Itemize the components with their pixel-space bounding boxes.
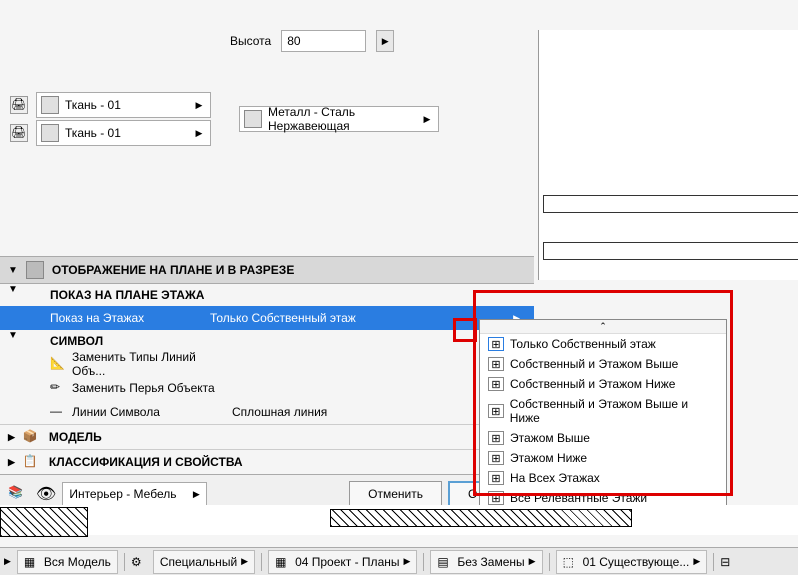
material-fabric-2[interactable]: Ткань - 01 ▶ — [36, 120, 211, 146]
line-icon: — — [50, 404, 66, 420]
dd-option-own-story[interactable]: ⊞ Только Собственный этаж — [480, 334, 726, 354]
story-icon: ⊞ — [488, 337, 504, 351]
dd-option-own-and-below[interactable]: ⊞ Собственный и Этажом Ниже — [480, 374, 726, 394]
story-icon: ⊞ — [488, 431, 504, 445]
layer-icon: 📚 — [8, 485, 30, 503]
plan-icon: ▦ — [275, 555, 291, 569]
drawing-shape — [543, 195, 798, 213]
view-tabs-bar: ▶ ▦ Вся Модель ⚙ Специальный ▶ ▦ 04 Прое… — [0, 547, 798, 575]
dd-option-own-above-below[interactable]: ⊞ Собственный и Этажом Выше и Ниже — [480, 394, 726, 428]
visibility-icon[interactable]: 👁 — [36, 484, 56, 504]
height-stepper-button[interactable]: ▶ — [376, 30, 394, 52]
collapse-toggle[interactable]: ▼ — [8, 330, 18, 341]
tab-project-plans[interactable]: ▦ 04 Проект - Планы ▶ — [268, 550, 417, 574]
model-icon: 📦 — [23, 429, 41, 445]
dd-option-above[interactable]: ⊞ Этажом Выше — [480, 428, 726, 448]
chevron-right-icon: ▶ — [192, 100, 206, 111]
story-icon: ⊞ — [488, 471, 504, 485]
section-classification[interactable]: ▶ 📋 КЛАССИФИКАЦИЯ И СВОЙСТВА — [0, 449, 534, 474]
pen-icon: ✏ — [50, 380, 66, 396]
material-link-icon: 🖨 — [10, 96, 28, 114]
tab-icon: ⬚ — [563, 555, 579, 569]
story-icon: ⊞ — [488, 491, 504, 505]
scroll-up-arrow[interactable]: ⌃ — [480, 320, 726, 334]
material-swatch — [244, 110, 262, 128]
height-input[interactable] — [281, 30, 366, 52]
expand-toggle[interactable]: ▶ — [8, 457, 15, 468]
material-swatch — [41, 124, 59, 142]
section-icon — [26, 261, 44, 279]
tab-icon: ▦ — [24, 555, 40, 569]
expand-toggle[interactable]: ▶ — [8, 432, 15, 443]
dd-option-below[interactable]: ⊞ Этажом Ниже — [480, 448, 726, 468]
row-replace-line-types[interactable]: 📐 Заменить Типы Линий Объ... — [0, 352, 534, 376]
story-dropdown-popup: ⌃ ⊞ Только Собственный этаж ⊞ Собственны… — [479, 319, 727, 509]
line-types-icon: 📐 — [50, 356, 66, 372]
dd-option-own-and-above[interactable]: ⊞ Собственный и Этажом Выше — [480, 354, 726, 374]
story-icon: ⊞ — [488, 377, 504, 391]
story-icon: ⊞ — [488, 404, 504, 418]
material-swatch — [41, 96, 59, 114]
tab-all-model[interactable]: ▦ Вся Модель — [17, 550, 118, 574]
material-fabric-1[interactable]: Ткань - 01 ▶ — [36, 92, 211, 118]
tab-icon: ▤ — [437, 555, 453, 569]
chevron-right-icon: ▶ — [241, 556, 248, 567]
dd-option-all[interactable]: ⊞ На Всех Этажах — [480, 468, 726, 488]
chevron-right-icon: ▶ — [192, 128, 206, 139]
tab-icon: ⊟ — [720, 555, 736, 569]
chevron-right-icon: ▶ — [193, 489, 200, 500]
material-metal[interactable]: Металл - Сталь Нержавеющая ▶ — [239, 106, 439, 132]
tab-existing[interactable]: ⬚ 01 Существующе... ▶ — [556, 550, 708, 574]
row-symbol-lines[interactable]: — Линии Символа Сплошная линия ▶ — [0, 400, 534, 424]
material-link-icon: 🖨 — [10, 124, 28, 142]
row-show-on-stories[interactable]: Показ на Этажах Только Собственный этаж … — [0, 306, 534, 330]
collapse-toggle[interactable]: ▼ — [8, 265, 18, 276]
row-replace-object-pens[interactable]: ✏ Заменить Перья Объекта — [0, 376, 534, 400]
story-icon: ⊞ — [488, 451, 504, 465]
height-label: Высота — [230, 34, 271, 48]
classification-icon: 📋 — [23, 454, 41, 470]
cancel-button[interactable]: Отменить — [349, 481, 442, 507]
hatch-segment — [0, 507, 88, 537]
tab-no-replace[interactable]: ▤ Без Замены ▶ — [430, 550, 542, 574]
subsection-floor-plan[interactable]: ПОКАЗ НА ПЛАНЕ ЭТАЖА — [0, 284, 534, 306]
story-icon: ⊞ — [488, 357, 504, 371]
tab-icon: ⚙ — [131, 555, 147, 569]
tab-special[interactable]: Специальный ▶ — [153, 550, 255, 574]
subsection-symbol[interactable]: СИМВОЛ — [0, 330, 534, 352]
drawing-canvas — [538, 30, 798, 280]
drawing-shape — [543, 242, 798, 260]
section-drawing-strip — [0, 505, 798, 535]
chevron-right-icon: ▶ — [420, 114, 434, 125]
collapse-toggle[interactable]: ▼ — [8, 284, 18, 295]
properties-panel: Высота ▶ 🖨 Ткань - 01 ▶ 🖨 Ткань - 01 ▶ — [0, 30, 534, 513]
hatch-segment — [330, 509, 632, 527]
chevron-right-icon: ▶ — [693, 556, 700, 567]
chevron-right-icon: ▶ — [529, 556, 536, 567]
layer-select[interactable]: Интерьер - Мебель ▶ — [62, 482, 206, 506]
tabs-scroll-left[interactable]: ▶ — [4, 556, 11, 567]
section-display[interactable]: ▼ ОТОБРАЖЕНИЕ НА ПЛАНЕ И В РАЗРЕЗЕ — [0, 256, 534, 284]
chevron-right-icon: ▶ — [404, 556, 411, 567]
section-model[interactable]: ▶ 📦 МОДЕЛЬ — [0, 424, 534, 449]
